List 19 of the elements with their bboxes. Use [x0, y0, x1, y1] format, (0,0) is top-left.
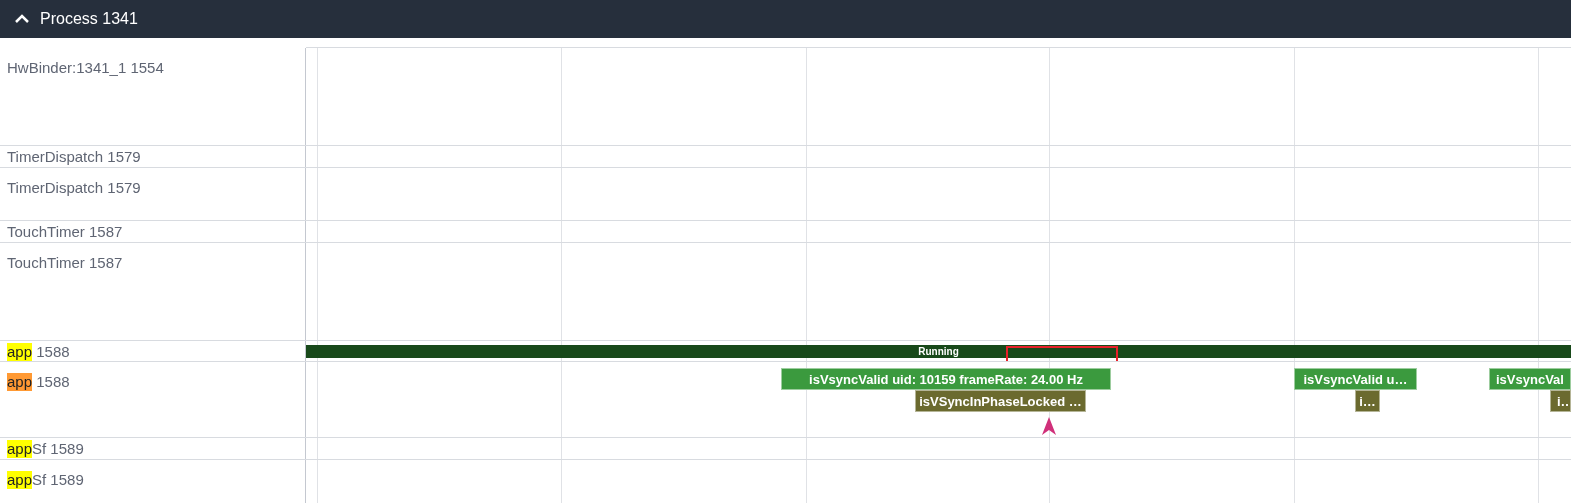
thread-name: appSf 1589: [7, 440, 84, 458]
thread-name: app 1588: [7, 343, 70, 361]
thread-name: HwBinder:1341_1 1554: [7, 59, 164, 77]
slice[interactable]: i…: [1355, 390, 1380, 412]
slice[interactable]: isVsyncVal: [1489, 368, 1571, 390]
slice[interactable]: i…: [1550, 390, 1571, 412]
process-title: Process 1341: [40, 10, 138, 28]
thread-name: appSf 1589: [7, 471, 84, 489]
thread-name: TimerDispatch 1579: [7, 179, 141, 197]
collapse-icon[interactable]: [14, 14, 30, 24]
slice[interactable]: isVSyncInPhaseLocked …: [915, 390, 1086, 412]
slice[interactable]: isVsyncValid u…: [1294, 368, 1417, 390]
thread-name: TouchTimer 1587: [7, 254, 123, 272]
thread-name: TouchTimer 1587: [7, 223, 123, 241]
marker-icon[interactable]: [1042, 417, 1056, 435]
running-bar[interactable]: Running: [306, 345, 1571, 358]
thread-name: app 1588: [7, 373, 70, 391]
slice[interactable]: isVsyncValid uid: 10159 frameRate: 24.00 Hz: [781, 368, 1111, 390]
thread-name: TimerDispatch 1579: [7, 148, 141, 166]
